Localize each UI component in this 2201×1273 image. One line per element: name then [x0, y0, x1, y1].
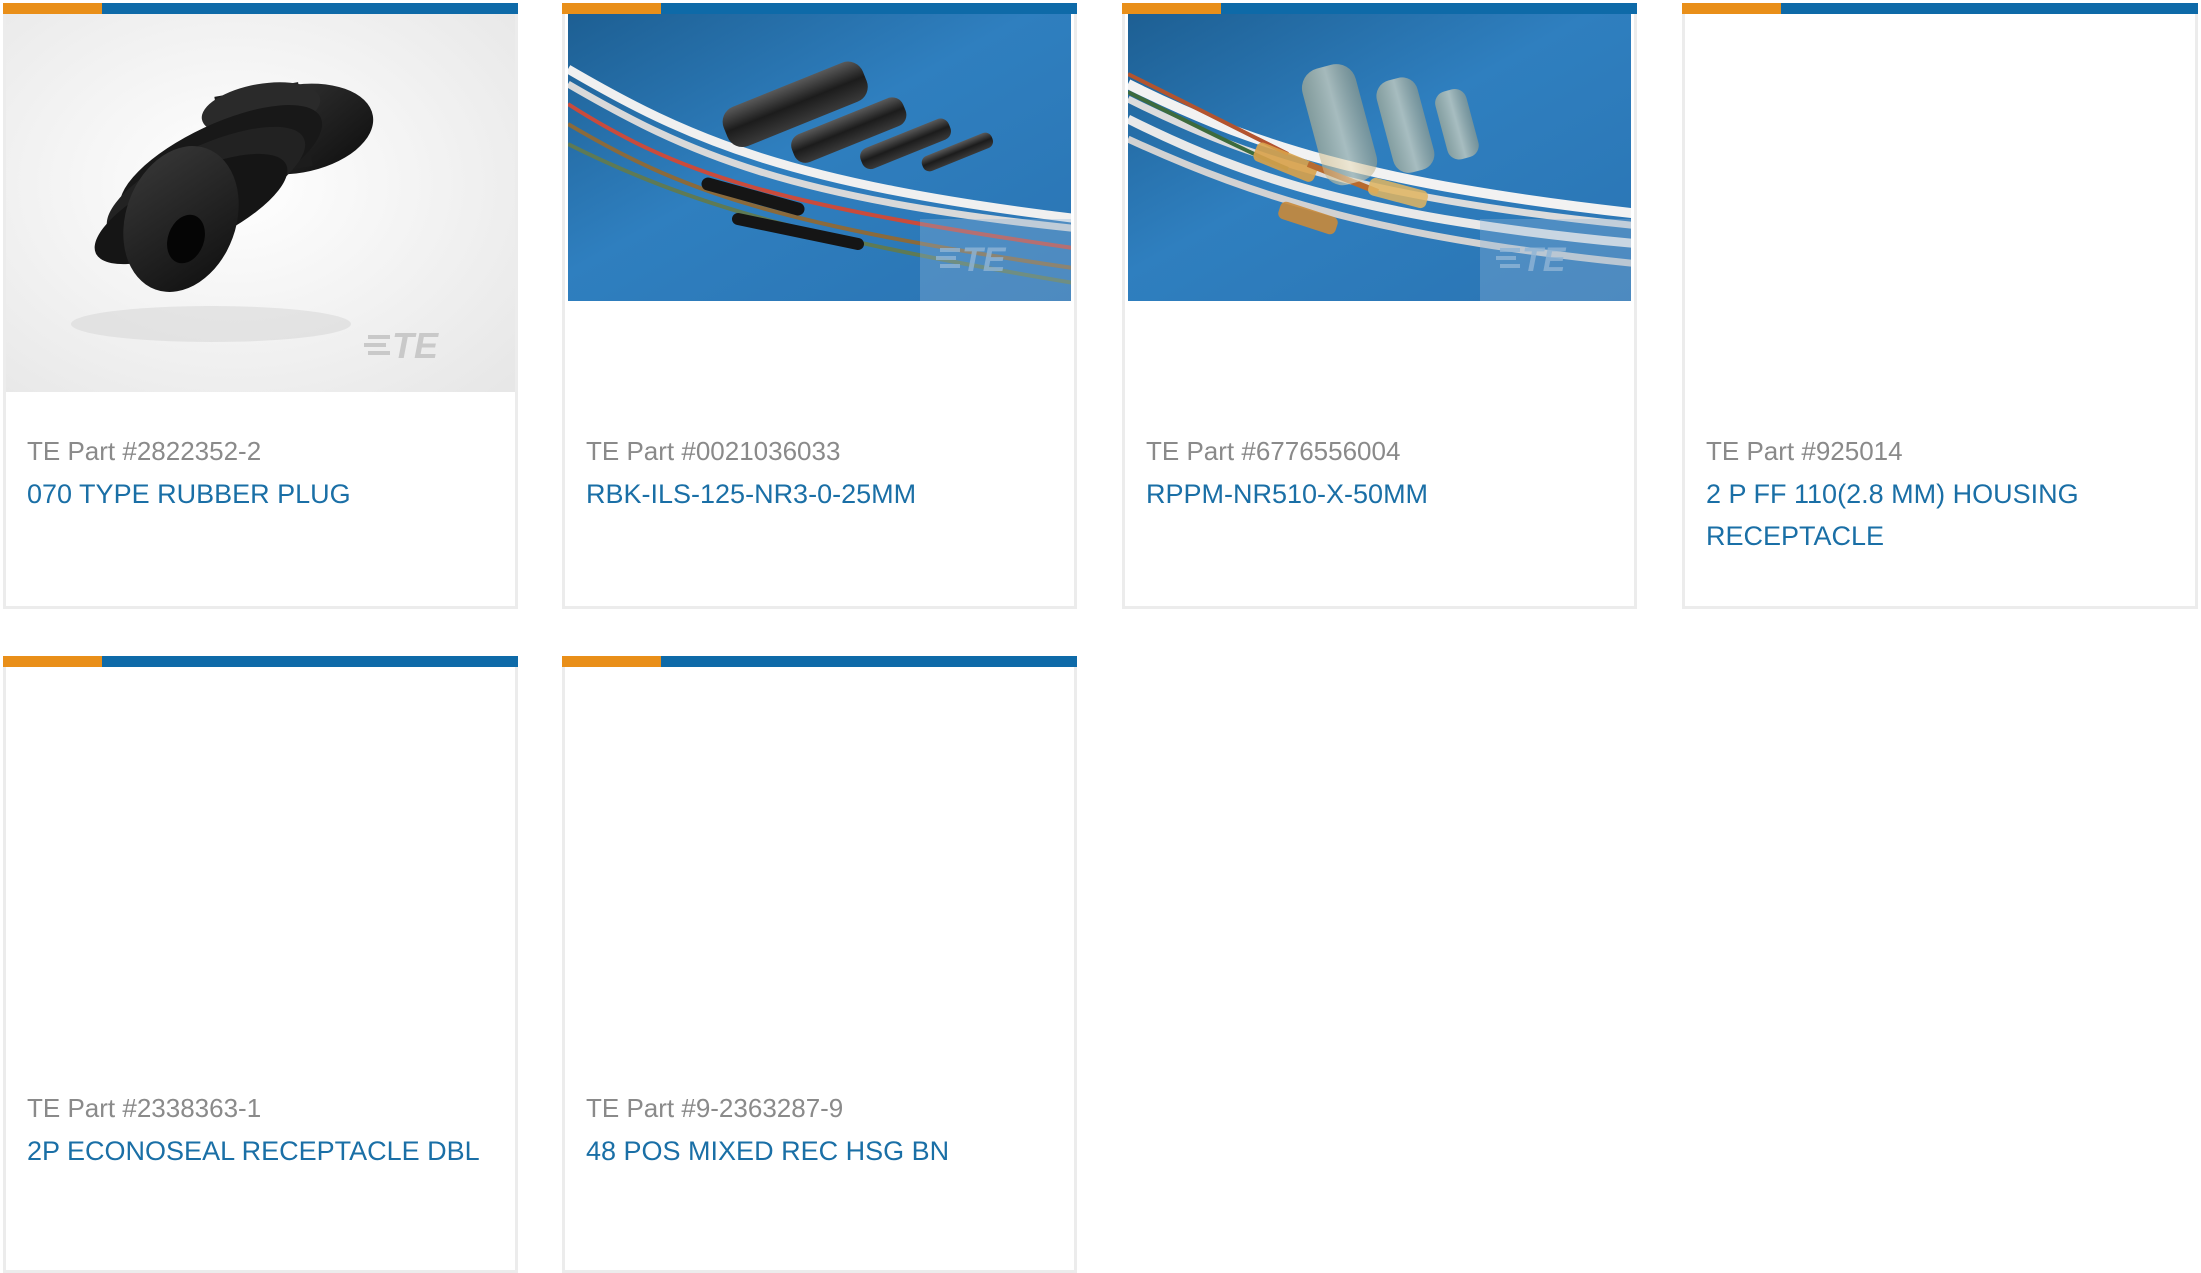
- svg-text:TE: TE: [392, 325, 439, 366]
- card-top-bar-accent: [3, 656, 102, 667]
- part-number: TE Part #6776556004: [1146, 436, 1401, 466]
- product-card-6776556004[interactable]: TE TE Part #6776556004 RPPM-NR510-X-50MM: [1122, 3, 1637, 609]
- card-top-bar-accent: [562, 656, 661, 667]
- product-image-rubber-plug[interactable]: TE: [6, 14, 515, 392]
- card-top-bar: [562, 3, 1077, 14]
- card-top-bar-accent: [3, 3, 102, 14]
- part-number: TE Part #2822352-2: [27, 436, 262, 466]
- card-top-bar: [3, 3, 518, 14]
- product-title-link[interactable]: RPPM-NR510-X-50MM: [1146, 473, 1616, 515]
- product-title-link[interactable]: 2P ECONOSEAL RECEPTACLE DBL: [27, 1130, 497, 1172]
- part-number: TE Part #0021036033: [586, 436, 841, 466]
- product-card-0021036033[interactable]: TE TE Part #0021036033 RBK-ILS-125-NR3-0…: [562, 3, 1077, 609]
- product-title-link[interactable]: RBK-ILS-125-NR3-0-25MM: [586, 473, 1056, 515]
- product-card-925014[interactable]: TE Part #925014 2 P FF 110(2.8 MM) HOUSI…: [1682, 3, 2198, 609]
- svg-text:TE: TE: [1522, 241, 1567, 279]
- part-number: TE Part #9-2363287-9: [586, 1093, 844, 1123]
- product-image-heat-shrink-tubing[interactable]: TE: [568, 14, 1071, 301]
- product-card-2822352-2[interactable]: TE TE Part #2822352-2 070 TYPE RUBBER PL…: [3, 3, 518, 609]
- card-top-bar: [1682, 3, 2198, 14]
- part-number: TE Part #2338363-1: [27, 1093, 262, 1123]
- product-card-9-2363287-9[interactable]: TE Part #9-2363287-9 48 POS MIXED REC HS…: [562, 656, 1077, 1273]
- product-image-solder-sleeve[interactable]: TE: [1128, 14, 1631, 301]
- card-top-bar-accent: [1682, 3, 1781, 14]
- card-top-bar-accent: [1122, 3, 1221, 14]
- product-title-link[interactable]: 070 TYPE RUBBER PLUG: [27, 473, 497, 515]
- card-top-bar: [3, 656, 518, 667]
- product-card-2338363-1[interactable]: TE Part #2338363-1 2P ECONOSEAL RECEPTAC…: [3, 656, 518, 1273]
- svg-text:TE: TE: [962, 241, 1007, 279]
- card-top-bar: [562, 656, 1077, 667]
- product-title-link[interactable]: 48 POS MIXED REC HSG BN: [586, 1130, 1056, 1172]
- card-top-bar-accent: [562, 3, 661, 14]
- part-number: TE Part #925014: [1706, 436, 1903, 466]
- product-title-link[interactable]: 2 P FF 110(2.8 MM) HOUSING RECEPTACLE: [1706, 473, 2177, 557]
- card-top-bar: [1122, 3, 1637, 14]
